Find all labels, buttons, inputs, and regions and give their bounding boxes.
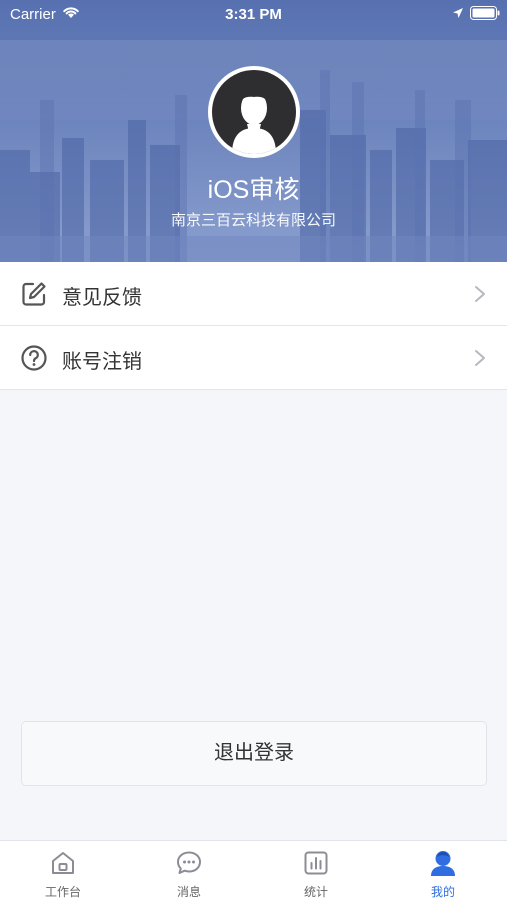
profile-header: Carrier 3:31 PM iOS审核 南京三百云科技有限公司 <box>0 0 507 262</box>
tab-label: 消息 <box>176 885 201 899</box>
edit-icon <box>22 282 46 306</box>
user-name: iOS审核 <box>207 176 300 204</box>
logout-button[interactable]: 退出登录 <box>21 721 487 786</box>
tab-profile[interactable]: 我的 <box>380 841 506 900</box>
menu-item-label: 账号注销 <box>62 351 142 373</box>
profile-icon <box>431 851 455 876</box>
location-icon <box>453 8 463 18</box>
status-time: 3:31 PM <box>225 6 282 23</box>
help-circle-icon <box>21 345 47 371</box>
menu-item-label: 意见反馈 <box>62 287 142 309</box>
chevron-right-icon <box>475 286 485 302</box>
tab-bar: 工作台 消息 统计 我的 <box>0 840 507 900</box>
menu-item-feedback[interactable]: 意见反馈 <box>0 262 507 326</box>
avatar[interactable] <box>208 66 300 158</box>
home-icon <box>52 852 74 874</box>
chevron-right-icon <box>475 350 485 366</box>
menu-item-account-cancel[interactable]: 账号注销 <box>0 326 507 390</box>
stats-icon <box>304 851 328 875</box>
tab-label: 工作台 <box>44 885 81 899</box>
message-icon <box>177 851 201 874</box>
company-name: 南京三百云科技有限公司 <box>170 212 336 229</box>
tab-label: 我的 <box>430 885 455 899</box>
tab-workbench[interactable]: 工作台 <box>0 841 126 900</box>
battery-icon <box>470 6 500 20</box>
tab-messages[interactable]: 消息 <box>126 841 252 900</box>
user-avatar-icon <box>212 70 296 154</box>
tab-statistics[interactable]: 统计 <box>253 841 379 900</box>
tab-label: 统计 <box>303 885 328 899</box>
status-bar: Carrier 3:31 PM <box>0 0 507 28</box>
